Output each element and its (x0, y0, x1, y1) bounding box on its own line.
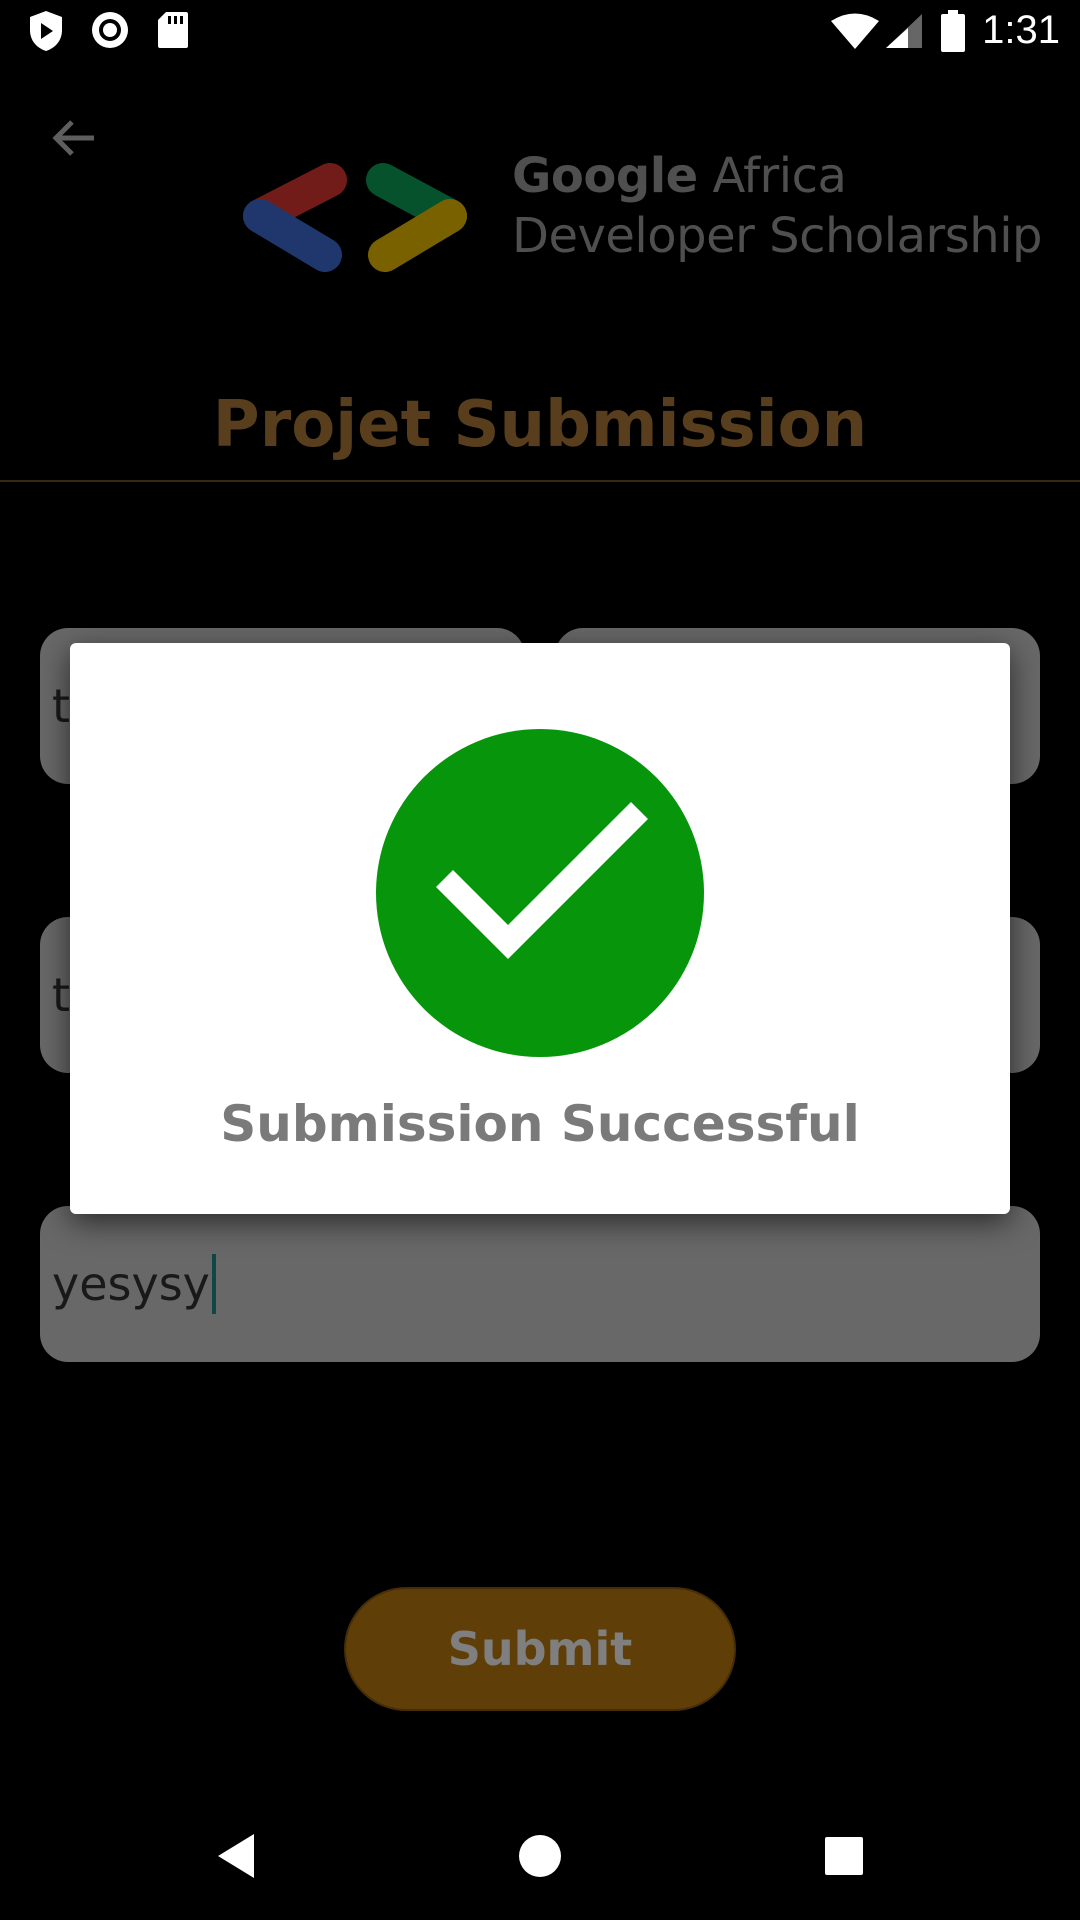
home-circle-icon[interactable] (518, 1834, 562, 1883)
dialog-message: Submission Successful (220, 1095, 860, 1153)
back-triangle-icon[interactable] (216, 1832, 256, 1885)
record-icon (90, 10, 130, 55)
recents-square-icon[interactable] (824, 1836, 864, 1881)
status-time: 1:31 (982, 8, 1060, 52)
status-bar: 1:31 (0, 0, 1080, 63)
signal-icon (884, 12, 924, 55)
check-circle-icon (376, 729, 704, 1057)
success-dialog: Submission Successful (70, 643, 1010, 1214)
wifi-icon (830, 12, 880, 55)
play-protect-icon (28, 10, 64, 57)
sd-card-icon (156, 10, 190, 55)
battery-icon (940, 10, 966, 57)
navigation-bar (0, 1800, 1080, 1920)
